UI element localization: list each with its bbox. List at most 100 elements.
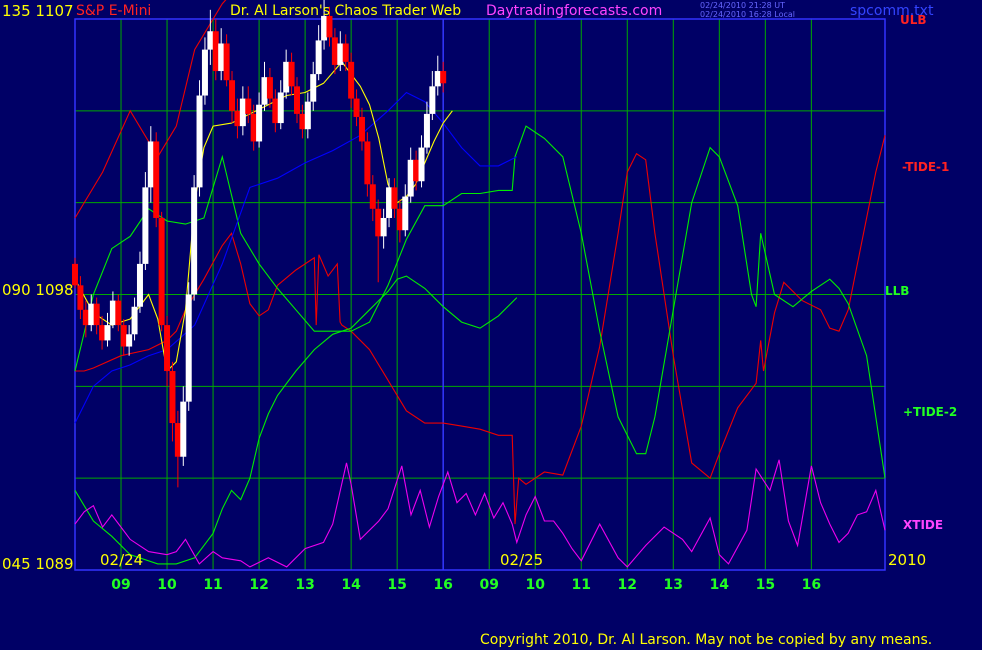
price-bar-body [358, 116, 365, 142]
price-bar-body [288, 61, 295, 87]
price-bar-body [250, 113, 257, 142]
price-bar-body [375, 208, 382, 237]
price-bar-body [407, 159, 414, 197]
price-bar-body [234, 110, 241, 127]
price-bar-body [169, 371, 176, 424]
year-label: 2010 [888, 551, 927, 569]
price-bar-body [153, 141, 160, 218]
price-bar-body [77, 285, 84, 310]
series-tide-2-line [74, 125, 886, 479]
price-bar-body [218, 43, 225, 72]
price-bar-body [440, 71, 447, 84]
price-bar-body [304, 101, 311, 130]
price-bar-body [191, 187, 198, 295]
price-bar-body [396, 208, 403, 231]
x-tick-label: 10 [157, 577, 177, 593]
date-label-2: 02/25 [500, 551, 544, 569]
price-bar-body [126, 334, 133, 347]
price-bar-body [423, 113, 430, 148]
timestamp-local: 02/24/2010 16:28 Local [700, 10, 795, 19]
price-bar-body [261, 77, 268, 105]
price-bar-body [185, 294, 192, 402]
price-bar-body [326, 15, 333, 38]
x-tick-label: 15 [387, 577, 406, 593]
x-tick-label: 09 [479, 577, 498, 593]
x-tick-label: 13 [664, 577, 683, 593]
site-link[interactable]: Daytradingforecasts.com [486, 3, 662, 19]
price-bar-body [386, 187, 393, 218]
x-tick-label: 11 [203, 577, 222, 593]
price-bar-body [142, 187, 149, 264]
timestamp-ut: 02/24/2010 21:28 UT [700, 1, 785, 10]
x-tick-label: 10 [525, 577, 545, 593]
x-tick-label: 14 [341, 577, 361, 593]
x-tick-label: 15 [756, 577, 775, 593]
price-bar-body [164, 325, 171, 372]
page-title: Dr. Al Larson's Chaos Trader Web [230, 3, 462, 19]
price-bar-body [413, 159, 420, 182]
price-bar-body [429, 86, 436, 114]
price-bar-body [256, 104, 263, 142]
y-label-top: 135 1107 [2, 2, 74, 20]
price-bar-body [364, 141, 371, 185]
price-bar-body [109, 300, 116, 326]
label-ulb: ULB [900, 13, 927, 27]
price-bar-body [245, 98, 252, 114]
price-bar-body [207, 31, 214, 50]
price-bar-body [229, 80, 236, 111]
price-bar-body [201, 49, 208, 96]
copyright: Copyright 2010, Dr. Al Larson. May not b… [480, 632, 933, 648]
price-bar-body [180, 401, 187, 457]
price-bar-body [337, 43, 344, 65]
y-label-bottom: 045 1089 [2, 555, 74, 573]
price-bar-body [266, 77, 273, 99]
price-bar-body [331, 37, 338, 65]
price-bar-body [418, 147, 425, 182]
price-bar-body [93, 303, 100, 326]
price-bar-body [380, 217, 387, 237]
date-label-1: 02/24 [100, 551, 144, 569]
price-bar-body [131, 306, 138, 335]
price-bar-body [402, 196, 409, 231]
x-tick-label: 12 [249, 577, 268, 593]
price-bar-body [99, 325, 106, 341]
price-bar-body [104, 325, 111, 341]
price-bar-body [321, 15, 328, 41]
price-bar-body [299, 113, 306, 130]
price-bar-body [369, 184, 376, 209]
price-bar-body [136, 263, 143, 307]
x-tick-label: 13 [295, 577, 314, 593]
price-bar-body [223, 43, 230, 81]
price-bar-body [353, 98, 360, 117]
price-bar-body [310, 74, 317, 102]
label-tide2: +TIDE-2 [903, 405, 958, 419]
price-bar-body [82, 309, 89, 326]
label-tide1: -TIDE-1 [902, 160, 950, 174]
x-tick-label: 09 [111, 577, 130, 593]
price-bar-body [158, 217, 165, 326]
y-label-mid: 090 1098 [2, 281, 74, 299]
label-xtide: XTIDE [903, 518, 944, 532]
series-xtide-line [74, 459, 886, 568]
price-bar-body [115, 300, 122, 326]
price-bar-body [277, 92, 284, 124]
series-llb-line [74, 275, 518, 565]
price-bar-body [212, 31, 219, 72]
series-avg-blue-line [74, 91, 518, 424]
price-bar-body [196, 95, 203, 188]
x-tick-label: 11 [572, 577, 591, 593]
price-bar-body [239, 98, 246, 127]
price-bar-body [147, 141, 154, 188]
price-bar-body [434, 71, 441, 87]
x-tick-label: 12 [618, 577, 637, 593]
price-bar-body [315, 40, 322, 75]
price-bar-body [272, 98, 279, 124]
price-bar-body [348, 61, 355, 99]
instrument-title: S&P E-Mini [76, 3, 152, 19]
price-bar-body [391, 187, 398, 209]
x-tick-label: 14 [710, 577, 730, 593]
price-bar-body [88, 303, 95, 326]
price-bar-body [293, 86, 300, 114]
price-bar-body [120, 325, 127, 347]
price-bar-body [342, 43, 349, 62]
